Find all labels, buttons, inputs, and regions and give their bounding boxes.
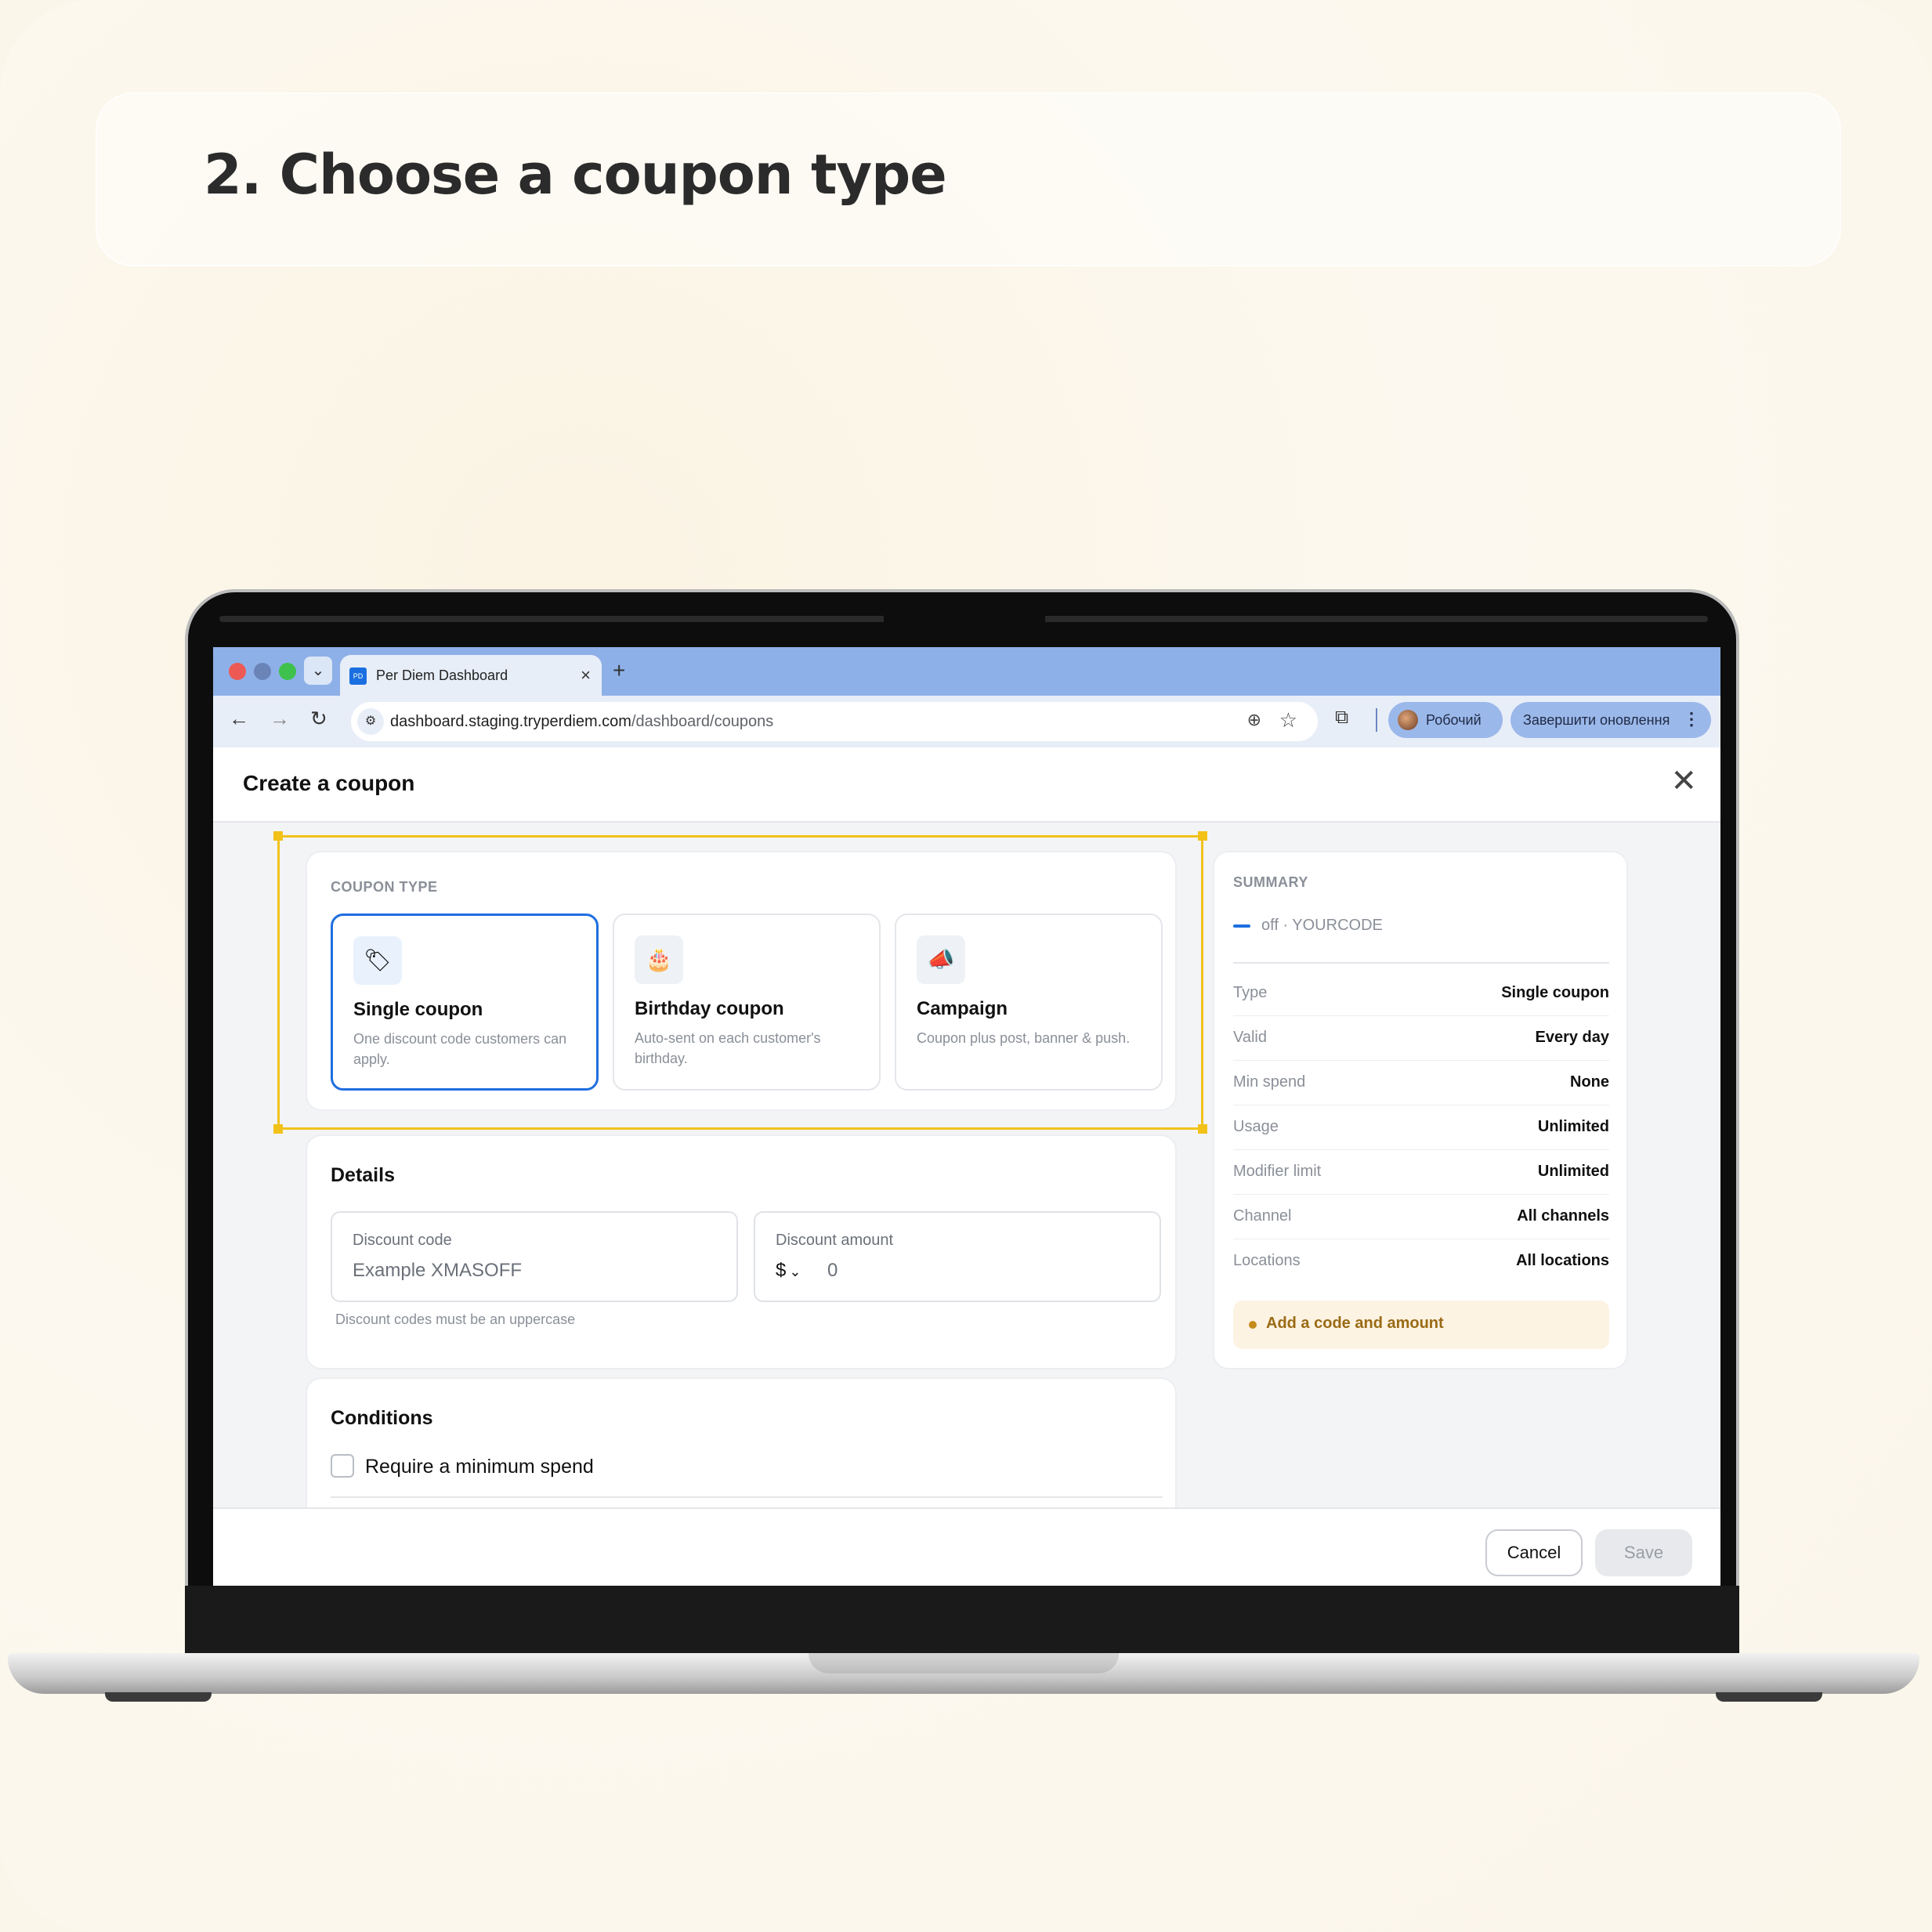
window-minimize-button[interactable] — [254, 663, 271, 680]
summary-value: All locations — [1516, 1252, 1609, 1269]
laptop-foot-right — [1716, 1692, 1822, 1702]
min-spend-label[interactable]: Require a minimum spend — [365, 1456, 594, 1478]
summary-key: Modifier limit — [1233, 1163, 1322, 1180]
tab-search-dropdown-icon[interactable]: ⌄ — [304, 657, 332, 685]
url-path: /dashboard/coupons — [631, 713, 774, 730]
details-card: Details Discount code Example XMASOFF Di… — [306, 1134, 1177, 1369]
discount-amount-label: Discount amount — [776, 1232, 894, 1249]
forward-arrow-icon[interactable]: → — [270, 707, 290, 731]
summary-label: SUMMARY — [1233, 874, 1308, 890]
summary-warning-text: Add a code and amount — [1266, 1315, 1444, 1332]
toolbar-divider — [1376, 708, 1377, 732]
extensions-icon[interactable]: ⧉ — [1335, 707, 1348, 729]
discount-amount-input[interactable]: 0 — [827, 1260, 838, 1282]
site-info-icon[interactable]: ⚙ — [357, 708, 384, 735]
currency-symbol: $ — [776, 1260, 787, 1281]
browser-tab-active[interactable]: PD Per Diem Dashboard × — [340, 655, 602, 696]
discount-code-hint: Discount codes must be an uppercase — [335, 1312, 576, 1327]
summary-key: Valid — [1233, 1029, 1267, 1046]
tutorial-highlight-frame — [273, 831, 1207, 1134]
step-heading: 2. Choose a coupon type — [204, 143, 947, 207]
summary-key: Usage — [1233, 1118, 1279, 1135]
discount-code-input[interactable]: Example XMASOFF — [353, 1260, 522, 1282]
summary-warning: Add a code and amount — [1233, 1301, 1609, 1349]
browser-screen: ⌄ PD Per Diem Dashboard × + ← → ↻ ⚙ dash… — [213, 647, 1720, 1586]
summary-row: Modifier limit Unlimited — [1233, 1150, 1609, 1195]
profile-label: Робочий — [1426, 712, 1482, 728]
summary-card: SUMMARY off · YOURCODE Type Single coupon… — [1213, 851, 1628, 1369]
finish-update-label: Завершити оновлення — [1523, 712, 1670, 728]
currency-select[interactable]: $ ⌄ — [776, 1260, 801, 1282]
modal-footer: Cancel Save — [213, 1507, 1720, 1586]
camera-notch — [884, 611, 1045, 635]
summary-key: Min spend — [1233, 1073, 1306, 1091]
min-spend-checkbox[interactable] — [331, 1454, 354, 1478]
profile-button[interactable]: Робочий — [1388, 702, 1503, 738]
modal-header: Create a coupon ✕ — [213, 747, 1720, 823]
laptop-foot-left — [105, 1692, 212, 1702]
warning-dot-icon — [1249, 1321, 1257, 1329]
highlight-handle — [273, 831, 283, 841]
reload-icon[interactable]: ↻ — [310, 707, 327, 731]
url-text[interactable]: dashboard.staging.tryperdiem.com/dashboa… — [390, 713, 773, 731]
summary-key: Channel — [1233, 1207, 1292, 1225]
summary-row: Type Single coupon — [1233, 971, 1609, 1016]
back-arrow-icon[interactable]: ← — [229, 707, 249, 731]
window-close-button[interactable] — [229, 663, 246, 680]
address-bar[interactable]: ⚙ dashboard.staging.tryperdiem.com/dashb… — [351, 702, 1318, 741]
modal-title: Create a coupon — [243, 771, 415, 795]
summary-row: Locations All locations — [1233, 1239, 1609, 1284]
step-heading-card: 2. Choose a coupon type — [96, 92, 1841, 266]
save-button[interactable]: Save — [1595, 1529, 1692, 1576]
divider — [331, 1496, 1163, 1498]
browser-tab-bar: ⌄ PD Per Diem Dashboard × + — [213, 647, 1720, 696]
laptop-screen-chin — [185, 1586, 1739, 1653]
summary-row: Valid Every day — [1233, 1016, 1609, 1061]
summary-key: Type — [1233, 984, 1268, 1001]
highlight-handle — [1198, 1124, 1207, 1134]
highlight-handle — [1198, 831, 1207, 841]
discount-amount-field[interactable]: Discount amount $ ⌄ 0 — [754, 1211, 1161, 1302]
laptop-base-notch — [809, 1653, 1119, 1673]
details-title: Details — [331, 1164, 395, 1186]
chevron-down-icon: ⌄ — [789, 1264, 801, 1279]
discount-code-field[interactable]: Discount code Example XMASOFF — [331, 1211, 738, 1302]
close-icon[interactable]: ✕ — [1670, 763, 1697, 799]
tab-close-icon[interactable]: × — [581, 665, 591, 686]
tab-favicon-icon: PD — [349, 668, 367, 685]
summary-row: Channel All channels — [1233, 1195, 1609, 1239]
summary-row: Min spend None — [1233, 1061, 1609, 1105]
summary-key: Locations — [1233, 1252, 1301, 1269]
finish-update-button[interactable]: Завершити оновлення ⋮ — [1511, 702, 1711, 738]
summary-value: None — [1570, 1073, 1609, 1091]
browser-toolbar: ← → ↻ ⚙ dashboard.staging.tryperdiem.com… — [213, 696, 1720, 747]
tab-title: Per Diem Dashboard — [376, 668, 508, 683]
summary-code-line: off · YOURCODE — [1261, 917, 1383, 934]
url-host: dashboard.staging.tryperdiem.com — [390, 713, 631, 730]
cancel-button[interactable]: Cancel — [1485, 1529, 1583, 1576]
window-maximize-button[interactable] — [279, 663, 296, 680]
new-tab-icon[interactable]: + — [613, 658, 625, 683]
divider — [1233, 962, 1609, 964]
discount-code-label: Discount code — [353, 1232, 452, 1249]
summary-value: Unlimited — [1537, 1163, 1609, 1180]
zoom-icon[interactable]: ⊕ — [1247, 710, 1261, 730]
avatar — [1398, 710, 1418, 730]
summary-value: Single coupon — [1501, 984, 1609, 1001]
bookmark-star-icon[interactable]: ☆ — [1279, 708, 1297, 733]
conditions-title: Conditions — [331, 1407, 433, 1429]
amount-placeholder-dash — [1233, 924, 1250, 928]
summary-value: Unlimited — [1537, 1118, 1609, 1135]
kebab-menu-icon[interactable]: ⋮ — [1683, 709, 1700, 729]
summary-value: All channels — [1517, 1207, 1609, 1225]
highlight-handle — [273, 1124, 283, 1134]
summary-row: Usage Unlimited — [1233, 1105, 1609, 1150]
summary-value: Every day — [1535, 1029, 1609, 1046]
